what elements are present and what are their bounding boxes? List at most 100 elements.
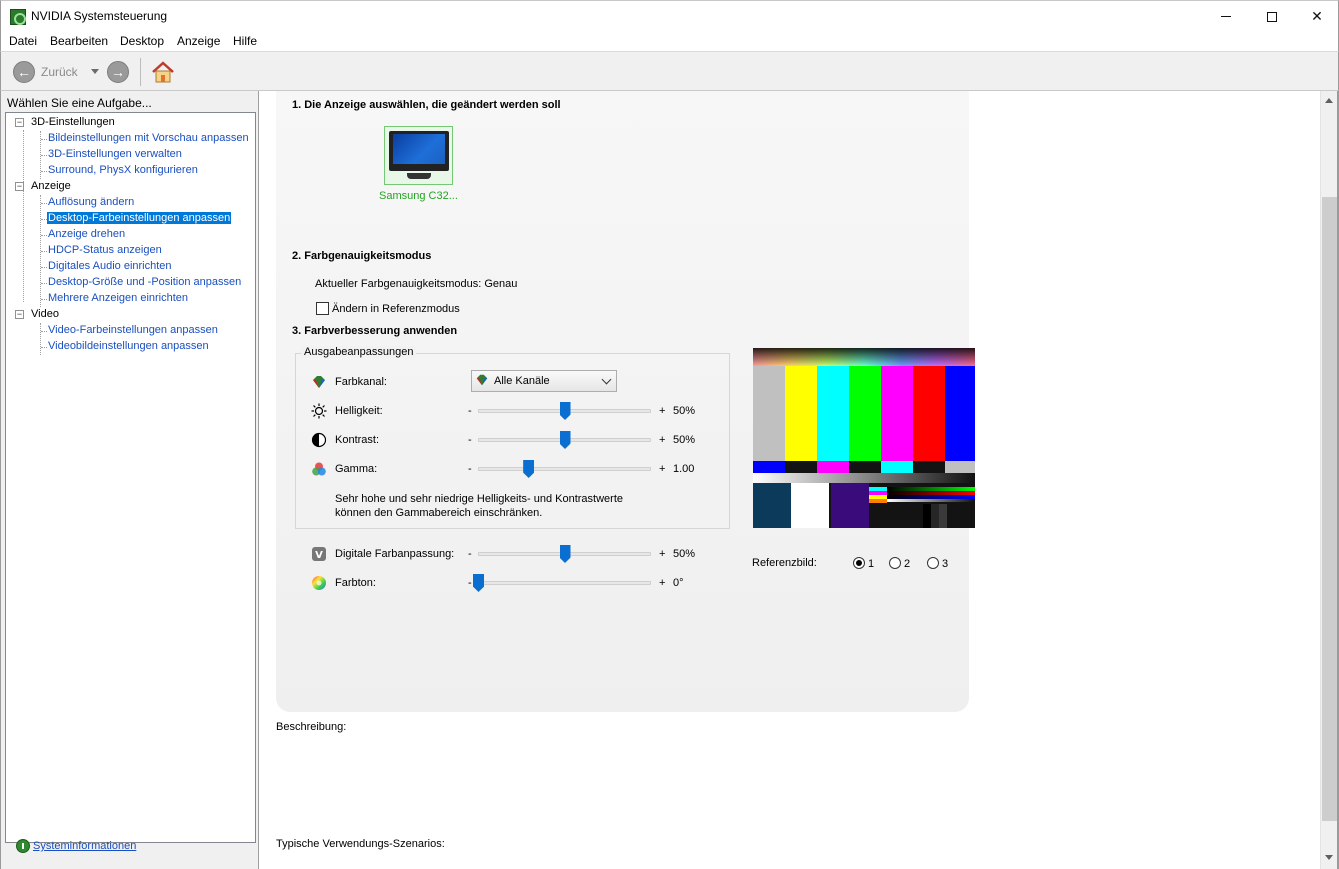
- display-label[interactable]: Samsung C32...: [379, 190, 458, 202]
- section1-title: 1. Die Anzeige auswählen, die geändert w…: [292, 99, 561, 111]
- tree-item-anzeige-drehen[interactable]: Anzeige drehen: [48, 228, 125, 240]
- contrast-plus[interactable]: +: [659, 434, 665, 446]
- tree-item-video-farbe[interactable]: Video-Farbeinstellungen anpassen: [48, 324, 218, 336]
- tree-item-mehrere-anzeigen[interactable]: Mehrere Anzeigen einrichten: [48, 292, 188, 304]
- minimize-button[interactable]: [1203, 1, 1249, 32]
- tree-line: [41, 171, 47, 172]
- current-mode-text: Aktueller Farbgenauigkeitsmodus: Genau: [315, 278, 518, 290]
- hue-plus[interactable]: +: [659, 577, 665, 589]
- reference-radio-1-label[interactable]: 1: [868, 558, 874, 570]
- tree-category-anzeige[interactable]: Anzeige: [31, 180, 71, 192]
- window-title: NVIDIA Systemsteuerung: [31, 9, 168, 23]
- tree-item-hdcp[interactable]: HDCP-Status anzeigen: [48, 244, 162, 256]
- menu-bar: Datei Bearbeiten Desktop Anzeige Hilfe: [0, 31, 1339, 51]
- brightness-plus[interactable]: +: [659, 405, 665, 417]
- close-icon: ✕: [1311, 8, 1323, 24]
- close-button[interactable]: ✕: [1294, 1, 1339, 32]
- tree-item-audio[interactable]: Digitales Audio einrichten: [48, 260, 172, 272]
- tree-line: [41, 283, 47, 284]
- hue-value: 0°: [673, 577, 684, 589]
- contrast-minus[interactable]: -: [468, 434, 472, 446]
- channel-label: Farbkanal:: [335, 376, 387, 388]
- reference-radio-2-label[interactable]: 2: [904, 558, 910, 570]
- digital-vibrance-value: 50%: [673, 548, 696, 560]
- menu-anzeige[interactable]: Anzeige: [177, 34, 220, 48]
- tree-line: [41, 347, 47, 348]
- section2-title: 2. Farbgenauigkeitsmodus: [292, 250, 432, 262]
- digital-vibrance-slider-thumb[interactable]: [559, 545, 571, 563]
- contrast-value: 50%: [673, 434, 696, 446]
- gamma-minus[interactable]: -: [468, 463, 472, 475]
- hue-minus[interactable]: -: [468, 577, 472, 589]
- menu-datei[interactable]: Datei: [9, 34, 37, 48]
- tree-line: [41, 267, 47, 268]
- tree-category-video[interactable]: Video: [31, 308, 59, 320]
- systeminformationen-link[interactable]: Systeminformationen: [33, 840, 136, 852]
- menu-bearbeiten[interactable]: Bearbeiten: [50, 34, 108, 48]
- tree-item-desktop-groesse[interactable]: Desktop-Größe und -Position anpassen: [48, 276, 241, 288]
- brightness-label: Helligkeit:: [335, 405, 383, 417]
- reference-radio-3-label[interactable]: 3: [942, 558, 948, 570]
- scroll-down-icon[interactable]: [1325, 855, 1333, 860]
- nvidia-app-icon: [10, 9, 26, 25]
- forward-button[interactable]: →: [107, 61, 129, 83]
- contrast-label: Kontrast:: [335, 434, 380, 446]
- content-area: 1. Die Anzeige auswählen, die geändert w…: [259, 91, 1320, 869]
- contrast-icon: [311, 432, 327, 448]
- digital-vibrance-label: Digitale Farbanpassung:: [335, 548, 455, 560]
- reference-radio-3[interactable]: [927, 557, 939, 569]
- hue-slider-thumb[interactable]: [473, 574, 484, 592]
- expander-video[interactable]: −: [15, 310, 24, 319]
- gamma-label: Gamma:: [335, 463, 378, 475]
- note-line2: können den Gammabereich einschränken.: [335, 507, 543, 519]
- expander-3d[interactable]: −: [15, 118, 24, 127]
- note-line1: Sehr hohe und sehr niedrige Helligkeits-…: [335, 493, 623, 505]
- expander-anzeige[interactable]: −: [15, 182, 24, 191]
- channel-select[interactable]: Alle Kanäle: [471, 370, 617, 392]
- tree-line: [41, 251, 47, 252]
- brightness-icon: [311, 403, 327, 419]
- digital-vibrance-minus[interactable]: -: [468, 548, 472, 560]
- tree-line: [40, 323, 41, 355]
- reference-mode-checkbox[interactable]: [316, 302, 329, 315]
- back-button[interactable]: ←: [13, 61, 35, 83]
- gamma-slider[interactable]: [478, 467, 651, 471]
- tree-item-aufloesung[interactable]: Auflösung ändern: [48, 196, 134, 208]
- gamma-value: 1.00: [673, 463, 695, 475]
- color-channel-icon: [313, 376, 325, 388]
- brightness-minus[interactable]: -: [468, 405, 472, 417]
- history-dropdown-icon[interactable]: [91, 69, 99, 74]
- info-icon: [16, 839, 30, 853]
- task-panel: Wählen Sie eine Aufgabe... − 3D-Einstell…: [0, 91, 259, 869]
- display-selector[interactable]: [384, 126, 453, 185]
- tree-item-bildeinstellungen[interactable]: Bildeinstellungen mit Vorschau anpassen: [48, 132, 249, 144]
- tree-line: [23, 130, 24, 302]
- scroll-up-icon[interactable]: [1325, 98, 1333, 103]
- tree-category-3d[interactable]: 3D-Einstellungen: [31, 116, 115, 128]
- gamma-plus[interactable]: +: [659, 463, 665, 475]
- maximize-button[interactable]: [1249, 1, 1295, 32]
- hue-slider[interactable]: [478, 581, 651, 585]
- tree-item-desktop-farbeinstellungen[interactable]: Desktop-Farbeinstellungen anpassen: [47, 212, 232, 224]
- tree-item-3d-verwalten[interactable]: 3D-Einstellungen verwalten: [48, 148, 182, 160]
- hue-icon: [312, 576, 326, 590]
- tree-item-surround[interactable]: Surround, PhysX konfigurieren: [48, 164, 198, 176]
- tree-line: [41, 331, 47, 332]
- tree-line: [41, 139, 47, 140]
- tree-line: [41, 203, 47, 204]
- digital-vibrance-plus[interactable]: +: [659, 548, 665, 560]
- chevron-down-icon: [601, 374, 612, 385]
- tree-item-videobild[interactable]: Videobildeinstellungen anpassen: [48, 340, 209, 352]
- reference-radio-1[interactable]: [853, 557, 865, 569]
- reference-radio-2[interactable]: [889, 557, 901, 569]
- menu-desktop[interactable]: Desktop: [120, 34, 164, 48]
- channel-select-value: Alle Kanäle: [494, 375, 550, 387]
- home-icon[interactable]: [151, 60, 175, 84]
- description-label: Beschreibung:: [276, 721, 347, 733]
- scrollbar-thumb[interactable]: [1322, 197, 1337, 821]
- reference-mode-label[interactable]: Ändern in Referenzmodus: [332, 303, 460, 315]
- minimize-icon: [1221, 16, 1231, 17]
- menu-hilfe[interactable]: Hilfe: [233, 34, 257, 48]
- vertical-scrollbar[interactable]: [1320, 91, 1337, 869]
- hue-label: Farbton:: [335, 577, 376, 589]
